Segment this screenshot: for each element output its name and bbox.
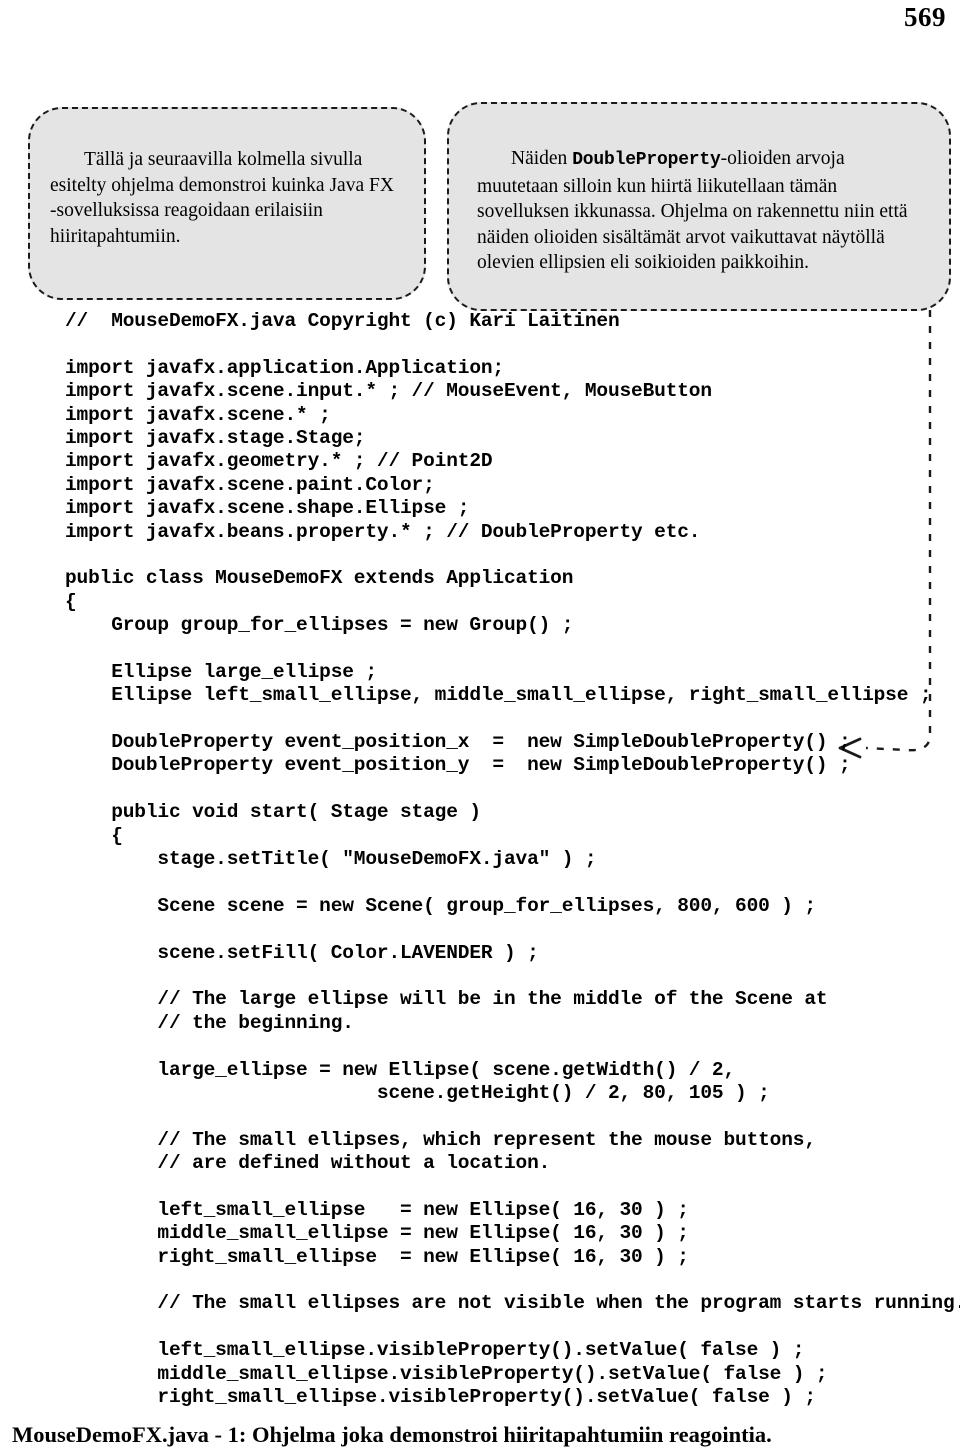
code-line: right_small_ellipse = new Ellipse( 16, 3… [65,1245,689,1268]
code-line: { [65,824,123,847]
code-line: stage.setTitle( "MouseDemoFX.java" ) ; [65,847,597,870]
code-line: { [65,590,77,613]
page-number: 569 [904,2,946,32]
code-line: import javafx.stage.Stage; [65,426,366,449]
code-line: // MouseDemoFX.java Copyright (c) Kari L… [65,310,620,332]
code-line: // the beginning. [65,1011,354,1034]
callout-box-left: Tällä ja seuraavilla kolmella sivulla es… [28,107,426,300]
code-line: // The small ellipses are not visible wh… [65,1292,960,1315]
code-listing: // MouseDemoFX.java Copyright (c) Kari L… [65,310,960,1409]
code-line: import javafx.scene.* ; [65,403,331,426]
code-line: Ellipse large_ellipse ; [65,660,377,683]
callout-right-text: Näiden DoubleProperty-olioiden arvoja mu… [477,146,919,276]
code-line: DoubleProperty event_position_x = new Si… [65,731,851,754]
code-line: Group group_for_ellipses = new Group() ; [65,614,574,637]
code-line: import javafx.geometry.* ; // Point2D [65,450,493,473]
code-line: middle_small_ellipse.visibleProperty().s… [65,1362,828,1385]
callout-left-text: Tällä ja seuraavilla kolmella sivulla es… [50,149,394,247]
code-line: DoubleProperty event_position_y = new Si… [65,754,851,777]
code-line: public class MouseDemoFX extends Applica… [65,567,574,590]
code-line: middle_small_ellipse = new Ellipse( 16, … [65,1222,689,1245]
code-line: import javafx.scene.paint.Color; [65,473,435,496]
code-line: // are defined without a location. [65,1152,551,1175]
figure-caption: MouseDemoFX.java - 1: Ohjelma joka demon… [12,1422,772,1447]
code-line: left_small_ellipse = new Ellipse( 16, 30… [65,1198,689,1221]
code-line: right_small_ellipse.visibleProperty().se… [65,1385,816,1408]
code-line: scene.setFill( Color.LAVENDER ) ; [65,941,539,964]
code-line: scene.getHeight() / 2, 80, 105 ) ; [65,1081,770,1104]
callout-box-right: Näiden DoubleProperty-olioiden arvoja mu… [447,102,951,311]
code-line: large_ellipse = new Ellipse( scene.getWi… [65,1058,736,1081]
code-line: Ellipse left_small_ellipse, middle_small… [65,684,932,707]
code-line: left_small_ellipse.visibleProperty().set… [65,1339,805,1362]
code-line: public void start( Stage stage ) [65,801,481,824]
callout-right-mono-term: DoubleProperty [572,150,721,170]
code-line: import javafx.scene.shape.Ellipse ; [65,497,470,520]
code-line: import javafx.beans.property.* ; // Doub… [65,520,701,543]
code-line: Scene scene = new Scene( group_for_ellip… [65,894,816,917]
code-line: import javafx.application.Application; [65,356,504,379]
callout-right-text-before: Näiden [511,148,573,169]
code-line: // The small ellipses, which represent t… [65,1128,816,1151]
code-line: import javafx.scene.input.* ; // MouseEv… [65,380,712,403]
code-line: // The large ellipse will be in the midd… [65,988,828,1011]
